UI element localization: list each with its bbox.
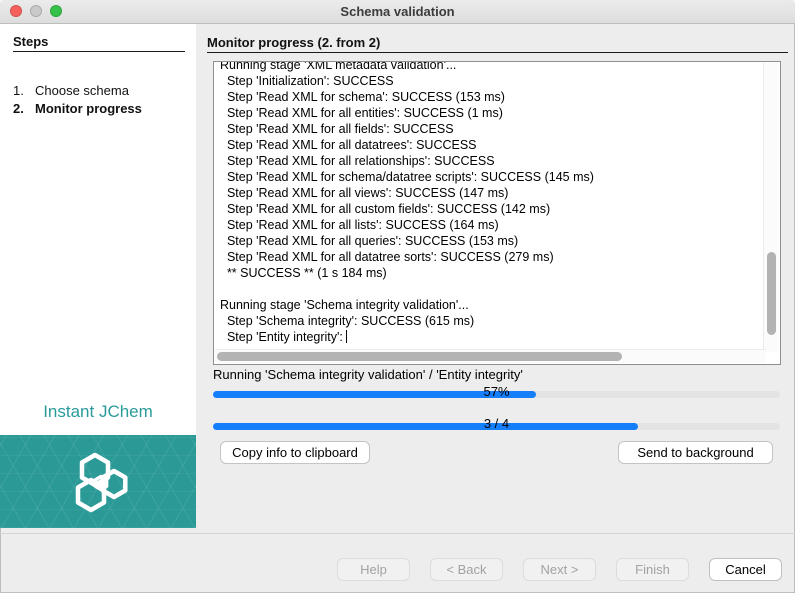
page-title: Monitor progress (2. from 2) (207, 35, 380, 50)
next-button[interactable]: Next > (523, 558, 596, 581)
steps-heading: Steps (13, 34, 48, 49)
overall-progress-label: 57% (213, 384, 780, 399)
hexagons-logo-icon (58, 447, 138, 517)
step-label: Choose schema (35, 83, 129, 98)
instant-jchem-wordmark: Instant JChem (0, 402, 196, 422)
back-button[interactable]: < Back (430, 558, 503, 581)
horizontal-scrollbar[interactable] (215, 349, 766, 363)
copy-info-button[interactable]: Copy info to clipboard (220, 441, 370, 464)
brand-panel (0, 435, 196, 528)
step-item-choose-schema: 1. Choose schema (13, 83, 129, 98)
steps-heading-rule (13, 51, 185, 52)
step-number: 2. (13, 101, 35, 116)
vertical-scrollbar-thumb[interactable] (767, 252, 776, 335)
vertical-scrollbar[interactable] (763, 63, 779, 352)
page-title-rule (207, 52, 788, 53)
step-number: 1. (13, 83, 35, 98)
horizontal-scrollbar-thumb[interactable] (217, 352, 622, 361)
steps-sidebar: Steps 1. Choose schema 2. Monitor progre… (0, 24, 196, 435)
step-item-monitor-progress: 2. Monitor progress (13, 101, 142, 116)
cancel-button[interactable]: Cancel (709, 558, 782, 581)
help-button[interactable]: Help (337, 558, 410, 581)
step-label: Monitor progress (35, 101, 142, 116)
footer-divider (0, 533, 795, 534)
text-caret (346, 330, 347, 343)
window-title: Schema validation (0, 4, 795, 19)
send-to-background-button[interactable]: Send to background (618, 441, 773, 464)
validation-log-textarea[interactable]: Running stage 'XML metadata validation'.… (213, 61, 781, 365)
log-text: Running stage 'XML metadata validation'.… (220, 61, 760, 345)
progress-status-text: Running 'Schema integrity validation' / … (213, 367, 523, 382)
steps-progress-label: 3 / 4 (213, 416, 780, 431)
finish-button[interactable]: Finish (616, 558, 689, 581)
schema-validation-dialog: Schema validation Steps 1. Choose schema… (0, 0, 795, 593)
title-bar[interactable]: Schema validation (0, 0, 795, 24)
